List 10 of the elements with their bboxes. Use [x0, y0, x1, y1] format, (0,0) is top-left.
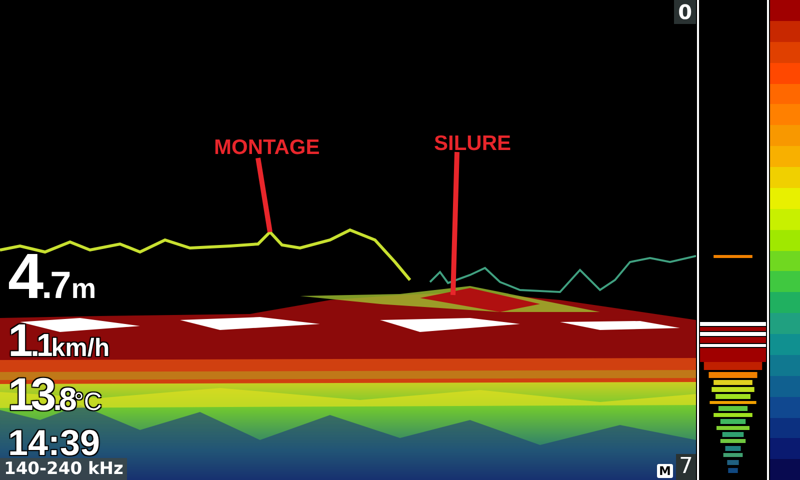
depth-reading: 4.7m	[8, 248, 96, 314]
temperature-reading: 13.8°C	[8, 371, 103, 422]
depth-scale-top: 0	[674, 0, 696, 24]
time-reading: 14:39	[8, 425, 100, 461]
unit-mark: M	[657, 464, 673, 478]
speed-reading: 1.1km/h	[8, 317, 110, 368]
depth-scale-bottom: 7	[676, 454, 696, 480]
annotation-label: SILURE	[434, 132, 512, 156]
annotation-label: MONTAGE	[214, 136, 320, 160]
frequency-label: 140-240 kHz	[0, 458, 128, 480]
